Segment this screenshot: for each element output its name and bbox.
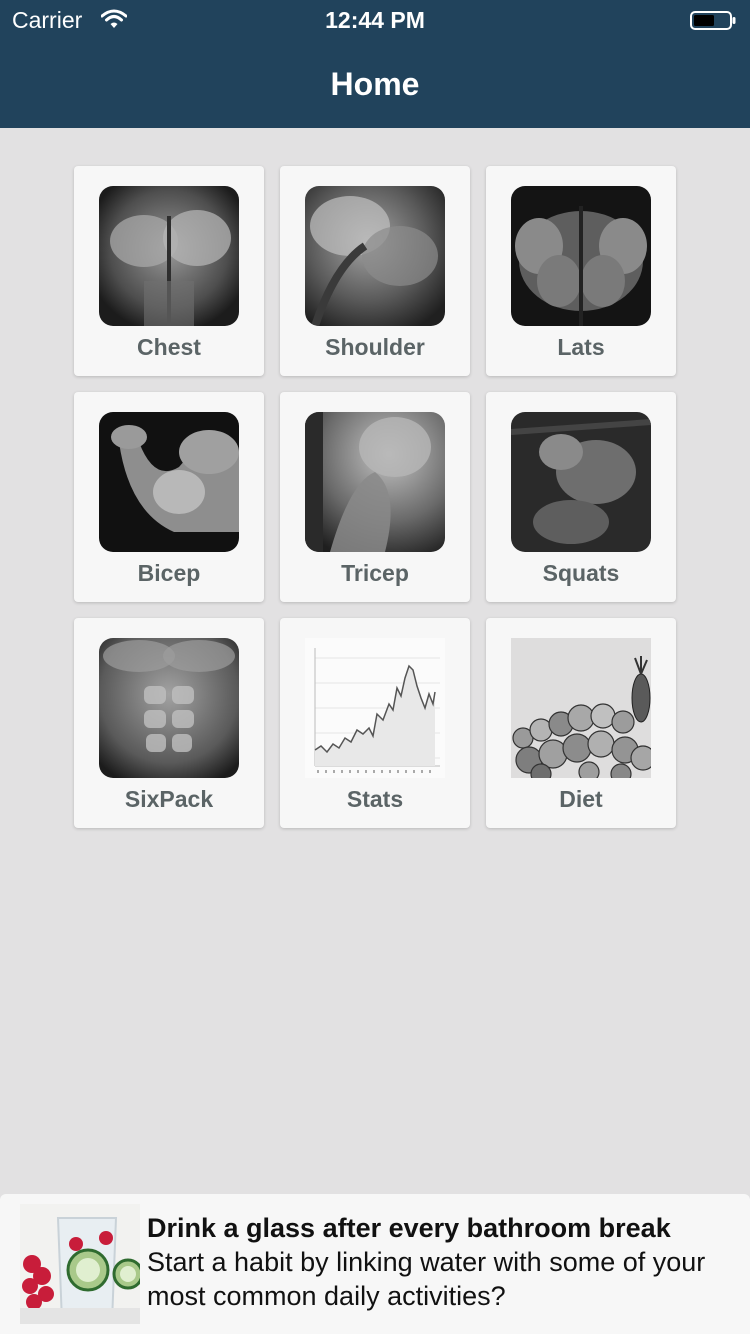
tile-shoulder[interactable]: Shoulder: [280, 166, 470, 376]
tile-bicep[interactable]: Bicep: [74, 392, 264, 602]
sixpack-photo-icon: [99, 638, 239, 778]
tile-lats[interactable]: Lats: [486, 166, 676, 376]
shoulder-photo-icon: [305, 186, 445, 326]
tile-diet[interactable]: Diet: [486, 618, 676, 828]
tile-label: Shoulder: [325, 334, 425, 360]
infused-water-photo-icon: [20, 1204, 140, 1324]
tile-label: Squats: [542, 560, 620, 586]
tricep-photo-icon: [305, 412, 445, 552]
tile-tricep[interactable]: Tricep: [280, 392, 470, 602]
page-title: Home: [330, 66, 420, 102]
status-bar: Carrier 12:44 PM: [0, 0, 750, 40]
stats-chart-icon: [305, 638, 445, 778]
tip-title: Drink a glass after every bathroom break: [147, 1213, 671, 1243]
status-time: 12:44 PM: [325, 7, 425, 33]
squats-photo-icon: [511, 412, 651, 552]
lats-photo-icon: [511, 186, 651, 326]
tile-label: Diet: [559, 786, 603, 812]
tile-squats[interactable]: Squats: [486, 392, 676, 602]
tile-label: Bicep: [137, 560, 201, 586]
tile-label: Tricep: [341, 560, 409, 586]
tile-label: Stats: [346, 786, 404, 812]
tile-sixpack[interactable]: SixPack: [74, 618, 264, 828]
diet-photo-icon: [511, 638, 651, 778]
tile-stats[interactable]: Stats: [280, 618, 470, 828]
navigation-header: Carrier 12:44 PM Home: [0, 0, 750, 128]
tile-label: Chest: [137, 334, 201, 360]
tile-chest[interactable]: Chest: [74, 166, 264, 376]
tip-body: Start a habit by linking water with some…: [147, 1247, 706, 1311]
bicep-photo-icon: [99, 412, 239, 552]
hydration-tip-banner[interactable]: Drink a glass after every bathroom break…: [0, 1194, 750, 1334]
tile-label: SixPack: [124, 786, 214, 812]
battery-icon: [690, 11, 736, 30]
tile-label: Lats: [557, 334, 605, 360]
chest-photo-icon: [99, 186, 239, 326]
